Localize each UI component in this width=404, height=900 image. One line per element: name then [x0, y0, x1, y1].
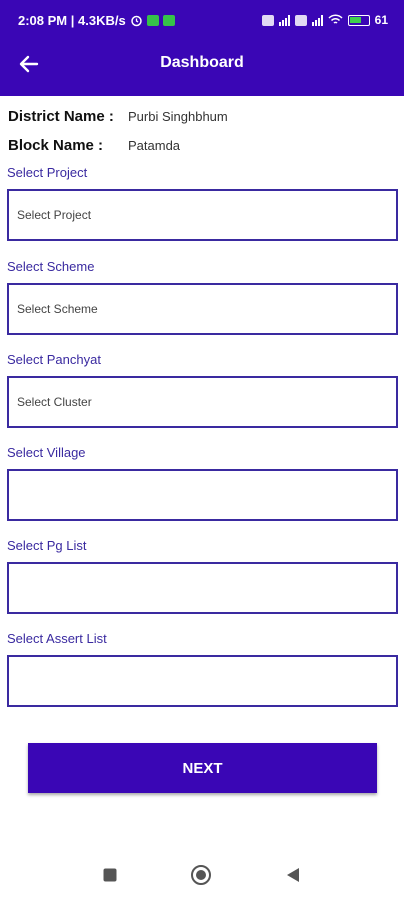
sim2-icon [294, 14, 307, 26]
notification-message-icon [162, 14, 175, 26]
alarm-icon [130, 15, 142, 26]
project-select[interactable]: Select Project [7, 189, 398, 241]
nav-back-button[interactable] [282, 864, 304, 886]
pg-list-label: Select Pg List [7, 538, 87, 553]
scheme-label: Select Scheme [7, 259, 95, 274]
district-row: District Name : Purbi Singhbhum [8, 108, 228, 125]
signal2-icon [311, 14, 323, 26]
assert-list-label: Select Assert List [7, 631, 107, 646]
sim-icon [261, 14, 274, 26]
wifi-icon [328, 14, 343, 24]
circle-icon [191, 865, 211, 885]
panchyat-label: Select Panchyat [7, 352, 101, 367]
block-label: Block Name : [8, 137, 104, 154]
battery-icon [347, 14, 370, 26]
block-value: Patamda [128, 138, 181, 153]
project-label: Select Project [7, 165, 88, 180]
notification-app-icon [146, 14, 159, 26]
home-button[interactable] [190, 864, 212, 886]
signal-icon [278, 14, 290, 26]
battery-level: 61 [374, 13, 388, 27]
status-time-speed: 2:08 PM | 4.3KB/s [18, 12, 126, 28]
panchyat-select[interactable]: Select Cluster [7, 376, 398, 428]
village-select[interactable] [7, 469, 398, 521]
district-label: District Name : [8, 108, 114, 125]
square-icon [103, 868, 117, 882]
district-value: Purbi Singhbhum [128, 109, 228, 124]
recents-button[interactable] [99, 864, 121, 886]
system-nav-bar [0, 850, 404, 900]
village-label: Select Village [7, 445, 86, 460]
assert-list-select[interactable] [7, 655, 398, 707]
status-bar: 2:08 PM | 4.3KB/s 61 [18, 10, 388, 30]
page-title: Dashboard [160, 54, 244, 71]
triangle-back-icon [287, 868, 299, 882]
app-bar: 2:08 PM | 4.3KB/s 61 Dashboard [0, 0, 404, 96]
scheme-select[interactable]: Select Scheme [7, 283, 398, 335]
next-button[interactable]: NEXT [28, 743, 377, 793]
pg-list-select[interactable] [7, 562, 398, 614]
block-row: Block Name : Patamda [8, 137, 180, 154]
